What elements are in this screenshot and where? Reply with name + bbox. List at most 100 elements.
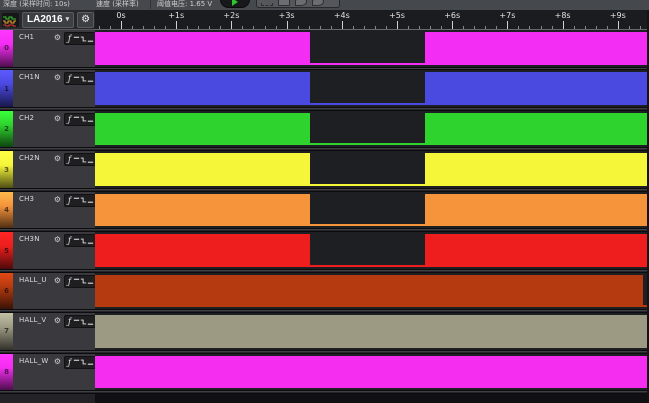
zoom-in-button[interactable] bbox=[295, 0, 307, 6]
falling-edge-icon[interactable] bbox=[80, 155, 87, 164]
trace-row-CH2N[interactable] bbox=[95, 151, 649, 188]
ruler-minor-tick bbox=[187, 26, 188, 29]
ruler-minor-tick bbox=[309, 26, 310, 29]
falling-edge-icon[interactable] bbox=[80, 34, 87, 43]
ruler-minor-tick bbox=[529, 26, 530, 29]
trace-row-CH3N[interactable] bbox=[95, 232, 649, 269]
high-level-icon[interactable] bbox=[73, 115, 80, 124]
device-name: LA2016 bbox=[27, 13, 63, 27]
channel-settings-gear-icon[interactable]: ⚙ bbox=[52, 32, 63, 43]
channel-settings-gear-icon[interactable]: ⚙ bbox=[52, 275, 63, 286]
device-settings-button[interactable]: ⚙ bbox=[77, 12, 94, 28]
trigger-f-icon[interactable]: ƒ bbox=[66, 317, 73, 326]
low-level-icon[interactable] bbox=[87, 155, 94, 164]
trace-row-CH2[interactable] bbox=[95, 111, 649, 148]
ruler-minor-tick bbox=[596, 26, 597, 29]
trace-row-CH3[interactable] bbox=[95, 192, 649, 229]
ruler-minor-tick bbox=[364, 26, 365, 29]
trace-high-segment bbox=[95, 153, 310, 186]
channel-settings-gear-icon[interactable]: ⚙ bbox=[52, 72, 63, 83]
ruler-minor-tick bbox=[607, 26, 608, 29]
logic-analyzer-window: 深度 (采样时间: 10s) 速度 (采样率) 阈值电压: 1.65 V LA2… bbox=[0, 0, 649, 403]
trace-high-segment bbox=[95, 234, 310, 267]
channel-color-strip[interactable]: 3 bbox=[0, 151, 13, 188]
trace-high-segment bbox=[95, 356, 649, 389]
low-level-icon[interactable] bbox=[87, 115, 94, 124]
trace-row-HALL_W[interactable] bbox=[95, 354, 649, 391]
row-separator bbox=[0, 390, 649, 394]
high-level-icon[interactable] bbox=[73, 196, 80, 205]
trigger-button-group: ƒ bbox=[64, 113, 96, 126]
falling-edge-icon[interactable] bbox=[80, 277, 87, 286]
ruler-minor-tick bbox=[419, 26, 420, 29]
device-selector[interactable]: LA2016 ▾ bbox=[22, 12, 74, 28]
trigger-f-icon[interactable]: ƒ bbox=[66, 155, 73, 164]
channel-color-strip[interactable]: 7 bbox=[0, 313, 13, 350]
channel-settings-gear-icon[interactable]: ⚙ bbox=[52, 113, 63, 124]
trigger-f-icon[interactable]: ƒ bbox=[66, 358, 73, 367]
export-button[interactable] bbox=[278, 0, 290, 6]
channel-row-HALL_U: 6HALL_U⚙ƒ bbox=[0, 273, 95, 310]
trigger-f-icon[interactable]: ƒ bbox=[66, 115, 73, 124]
ruler-minor-tick bbox=[640, 26, 641, 29]
low-level-icon[interactable] bbox=[87, 277, 94, 286]
channel-settings-gear-icon[interactable]: ⚙ bbox=[52, 315, 63, 326]
channel-color-strip[interactable]: 6 bbox=[0, 273, 13, 310]
trace-row-CH1N[interactable] bbox=[95, 70, 649, 107]
ruler-major-tick bbox=[563, 21, 564, 29]
falling-edge-icon[interactable] bbox=[80, 115, 87, 124]
high-level-icon[interactable] bbox=[73, 358, 80, 367]
ruler-minor-tick bbox=[198, 26, 199, 29]
ruler-major-tick bbox=[507, 21, 508, 29]
channel-color-strip[interactable]: 1 bbox=[0, 70, 13, 107]
falling-edge-icon[interactable] bbox=[80, 236, 87, 245]
trace-row-HALL_U[interactable] bbox=[95, 273, 649, 310]
high-level-icon[interactable] bbox=[73, 155, 80, 164]
channel-number: 2 bbox=[0, 125, 13, 133]
play-icon bbox=[232, 0, 238, 6]
channel-color-strip[interactable]: 5 bbox=[0, 232, 13, 269]
falling-edge-icon[interactable] bbox=[80, 74, 87, 83]
ruler-major-tick bbox=[452, 21, 453, 29]
trace-row-CH1[interactable] bbox=[95, 30, 649, 67]
high-level-icon[interactable] bbox=[73, 74, 80, 83]
channel-color-strip[interactable]: 2 bbox=[0, 111, 13, 148]
high-level-icon[interactable] bbox=[73, 277, 80, 286]
low-level-icon[interactable] bbox=[87, 317, 94, 326]
low-level-icon[interactable] bbox=[87, 358, 94, 367]
high-level-icon[interactable] bbox=[73, 34, 80, 43]
ruler-minor-tick bbox=[463, 26, 464, 29]
zoom-out-button[interactable] bbox=[312, 0, 324, 6]
low-level-icon[interactable] bbox=[87, 34, 94, 43]
channel-color-strip[interactable]: 8 bbox=[0, 354, 13, 391]
start-capture-button[interactable] bbox=[220, 0, 250, 8]
high-level-icon[interactable] bbox=[73, 236, 80, 245]
ruler-major-tick bbox=[176, 21, 177, 29]
trigger-f-icon[interactable]: ƒ bbox=[66, 74, 73, 83]
falling-edge-icon[interactable] bbox=[80, 317, 87, 326]
trigger-f-icon[interactable]: ƒ bbox=[66, 34, 73, 43]
channel-settings-gear-icon[interactable]: ⚙ bbox=[52, 153, 63, 164]
low-level-icon[interactable] bbox=[87, 236, 94, 245]
trigger-f-icon[interactable]: ƒ bbox=[66, 277, 73, 286]
trace-row-HALL_V[interactable] bbox=[95, 313, 649, 350]
time-ruler[interactable]: 0s+1s+2s+3s+4s+5s+6s+7s+8s+9s bbox=[95, 10, 649, 30]
channel-number: 6 bbox=[0, 287, 13, 295]
ruler-minor-tick bbox=[574, 26, 575, 29]
channel-color-strip[interactable]: 4 bbox=[0, 192, 13, 229]
channel-color-strip[interactable]: 0 bbox=[0, 30, 13, 67]
ruler-tick-label: +4s bbox=[334, 11, 350, 20]
channel-settings-gear-icon[interactable]: ⚙ bbox=[52, 234, 63, 245]
falling-edge-icon[interactable] bbox=[80, 196, 87, 205]
falling-edge-icon[interactable] bbox=[80, 358, 87, 367]
trigger-f-icon[interactable]: ƒ bbox=[66, 236, 73, 245]
trigger-f-icon[interactable]: ƒ bbox=[66, 196, 73, 205]
low-level-icon[interactable] bbox=[87, 196, 94, 205]
ruler-minor-tick bbox=[474, 26, 475, 29]
channel-settings-gear-icon[interactable]: ⚙ bbox=[52, 194, 63, 205]
channel-name-label: CH3 bbox=[19, 195, 34, 204]
low-level-icon[interactable] bbox=[87, 74, 94, 83]
selection-box-button[interactable] bbox=[261, 0, 273, 6]
channel-settings-gear-icon[interactable]: ⚙ bbox=[52, 356, 63, 367]
high-level-icon[interactable] bbox=[73, 317, 80, 326]
